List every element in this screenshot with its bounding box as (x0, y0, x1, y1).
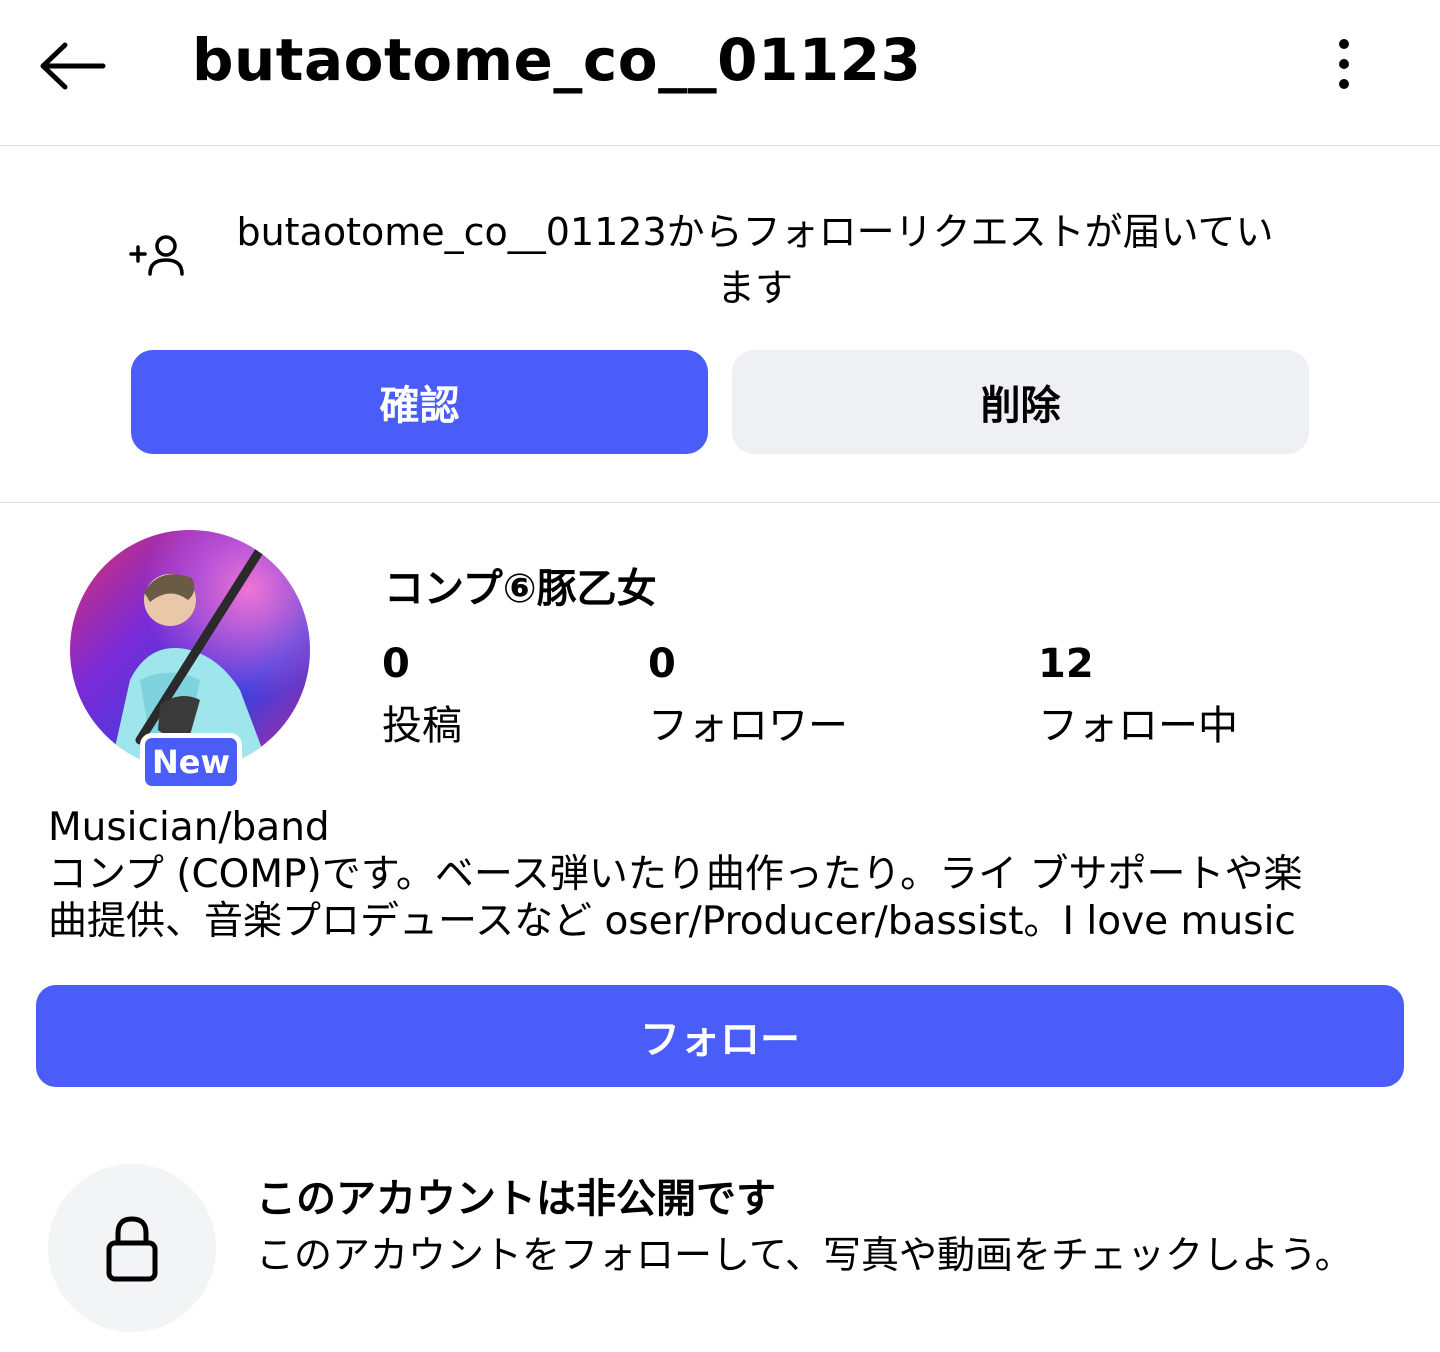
new-badge: New (140, 733, 242, 791)
stat-following-count: 12 (1038, 641, 1094, 687)
profile-bio: Musician/band コンプ (COMP)です。ベース弾いたり曲作ったり。… (48, 804, 1408, 945)
lock-icon (106, 1216, 158, 1282)
back-button[interactable] (36, 36, 108, 96)
stat-following[interactable]: 12 フォロー中 (1038, 640, 1238, 754)
follow-request-message-line2: ます (716, 266, 793, 310)
private-account-description: このアカウントをフォローして、写真や動画をチェックしよう。 (256, 1233, 1353, 1277)
more-vertical-icon (1339, 39, 1349, 89)
delete-button[interactable]: 削除 (732, 350, 1309, 454)
follow-request-message: butaotome_co__01123からフォローリクエストが届いてい ます (200, 204, 1310, 316)
bio-line1: コンプ (COMP)です。ベース弾いたり曲作ったり。ライ ブサポートや楽 (48, 852, 1303, 897)
more-options-button[interactable] (1316, 34, 1372, 94)
bio-line2: 曲提供、音楽プロデュースなど oser/Producer/bassist。I l… (48, 899, 1296, 944)
private-account-title: このアカウントは非公開です (256, 1176, 776, 1222)
stat-posts[interactable]: 0 投稿 (382, 640, 462, 754)
stat-posts-label: 投稿 (382, 703, 462, 749)
profile-category: Musician/band (48, 805, 330, 850)
arrow-left-icon (40, 42, 106, 90)
page-title: butaotome_co__01123 (192, 26, 922, 94)
confirm-button[interactable]: 確認 (131, 350, 708, 454)
stat-followers[interactable]: 0 フォロワー (648, 640, 848, 754)
follow-button[interactable]: フォロー (36, 985, 1404, 1087)
lock-icon-circle (48, 1164, 216, 1332)
add-person-icon (129, 235, 184, 276)
stat-followers-count: 0 (648, 641, 676, 687)
follow-request-message-line1: butaotome_co__01123からフォローリクエストが届いてい (236, 210, 1274, 254)
stat-following-label: フォロー中 (1038, 703, 1238, 749)
display-name: コンプ⑥豚乙女 (384, 566, 657, 612)
top-bar: butaotome_co__01123 (0, 0, 1440, 146)
stat-followers-label: フォロワー (648, 703, 848, 749)
stat-posts-count: 0 (382, 641, 410, 687)
